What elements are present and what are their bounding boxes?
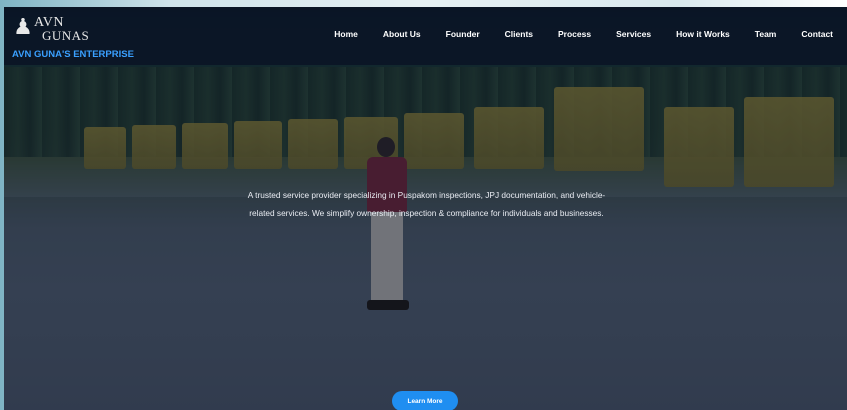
- nav-link-about-us[interactable]: About Us: [383, 29, 421, 39]
- website-viewport: ♟ AVN GUNAS AVN GUNA'S ENTERPRISE Home A…: [4, 7, 847, 410]
- nav-link-home[interactable]: Home: [334, 29, 358, 39]
- nav-link-process[interactable]: Process: [558, 29, 591, 39]
- nav-link-services[interactable]: Services: [616, 29, 651, 39]
- nav-link-team[interactable]: Team: [755, 29, 777, 39]
- nav-link-founder[interactable]: Founder: [446, 29, 480, 39]
- browser-frame: ♟ AVN GUNAS AVN GUNA'S ENTERPRISE Home A…: [0, 0, 847, 410]
- nav-link-clients[interactable]: Clients: [505, 29, 533, 39]
- person-logo-icon: ♟: [13, 15, 33, 40]
- nav-link-how-it-works[interactable]: How it Works: [676, 29, 730, 39]
- main-nav: Home About Us Founder Clients Process Se…: [309, 29, 833, 39]
- logo-text-line2: GUNAS: [42, 28, 90, 43]
- brand-logo[interactable]: ♟ AVN GUNAS AVN GUNA'S ENTERPRISE: [12, 13, 142, 61]
- brand-name: AVN GUNA'S ENTERPRISE: [12, 49, 134, 60]
- hero-tagline: A trusted service provider specializing …: [247, 190, 606, 218]
- nav-link-contact[interactable]: Contact: [801, 29, 833, 39]
- top-navbar: ♟ AVN GUNAS AVN GUNA'S ENTERPRISE Home A…: [4, 7, 847, 65]
- learn-more-button[interactable]: Learn More: [392, 391, 458, 410]
